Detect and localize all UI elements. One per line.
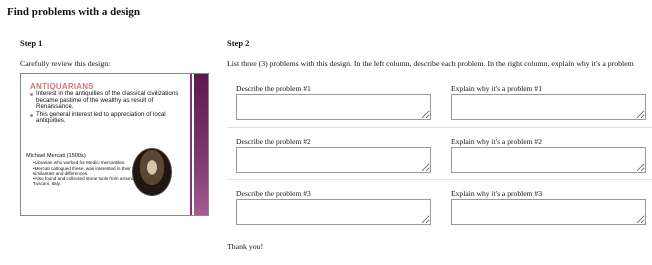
thank-you-text: Thank you! [227,242,264,251]
slide-sub-bullet: •Librarian who worked for Medici mercant… [33,160,126,165]
slide-bullets: Interest in the antiquities of the class… [30,90,180,126]
describe-problem-1-label: Describe the problem #1 [236,84,311,93]
step2-description: List three (3) problems with this design… [227,59,634,68]
step1-title: Step 1 [20,38,43,48]
explain-problem-3-input[interactable] [451,199,646,225]
slide-accent-stripe [194,74,208,215]
page-title: Find problems with a design [7,6,141,18]
describe-problem-3-label: Describe the problem #3 [236,189,311,198]
explain-problem-1-label: Explain why it's a problem #1 [451,84,543,93]
describe-problem-2-input[interactable] [236,147,431,173]
explain-problem-1-input[interactable] [451,94,646,120]
explain-problem-2-input[interactable] [451,147,646,173]
slide-bullet: This general interest led to appreciatio… [30,111,180,125]
explain-problem-2-label: Explain why it's a problem #2 [451,137,543,146]
step1-description: Carefully review this design: [20,59,111,68]
slide-bullet: Interest in the antiquities of the class… [30,90,180,111]
slide-accent-line [190,74,192,215]
slide-sub-bullets: •Librarian who worked for Medici mercant… [33,160,143,187]
design-slide-image: ANTIQUARIANS Interest in the antiquities… [20,73,209,216]
row-divider [227,127,652,128]
describe-problem-2-label: Describe the problem #2 [236,137,311,146]
describe-problem-3-input[interactable] [236,199,431,225]
step2-title: Step 2 [227,38,250,48]
describe-problem-1-input[interactable] [236,94,431,120]
explain-problem-3-label: Explain why it's a problem #3 [451,189,543,198]
slide-sub-bullet: •Mercati catlogued these, was interested… [33,165,131,176]
portrait-image [132,148,172,196]
slide-person-name: Michael Mercati (1500s) [26,153,86,159]
slide-sub-bullet: •Also found and collected stone tools fr… [33,176,135,186]
row-divider [227,179,652,180]
